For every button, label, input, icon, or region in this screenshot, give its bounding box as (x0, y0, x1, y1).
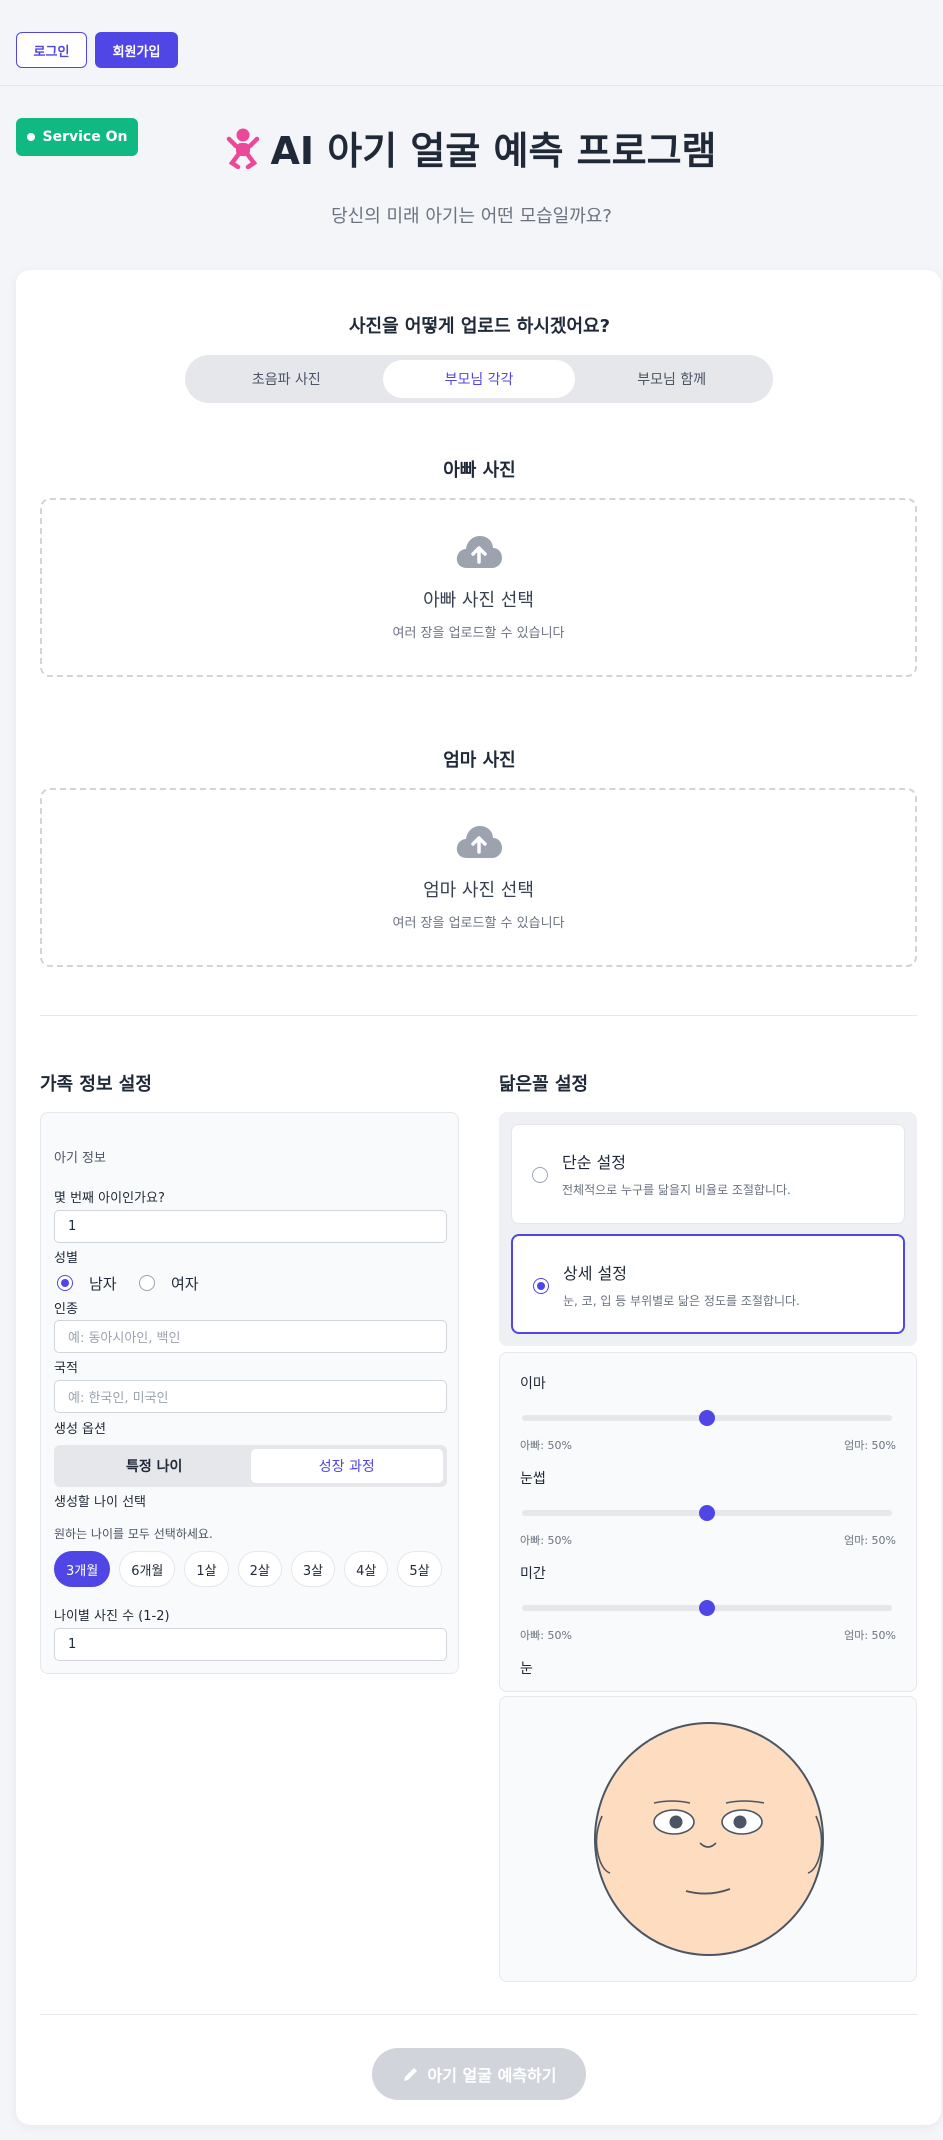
simple-setting-radio[interactable] (532, 1167, 548, 1183)
age-chip-6-months[interactable]: 6개월 (119, 1551, 176, 1587)
glabella-father-value: 아빠: 50% (520, 1629, 572, 1642)
detailed-setting-desc: 눈, 코, 입 등 부위별로 닮은 정도를 조절합니다. (563, 1294, 800, 1308)
eyebrow-slider-thumb[interactable] (699, 1505, 715, 1521)
eyebrow-slider-label: 눈썹 (520, 1471, 546, 1487)
ethnicity-input[interactable]: 예: 동아시아인, 백인 (54, 1320, 447, 1353)
page-subtitle: 당신의 미래 아기는 어떤 모습일까요? (331, 206, 612, 227)
gender-female-radio[interactable] (139, 1275, 155, 1291)
feature-sliders-panel: 이마 아빠: 50% 엄마: 50% 눈썹 아빠: 50% 엄마: 50% 미간… (499, 1352, 917, 1692)
baby-icon (227, 128, 260, 169)
photos-per-age-input[interactable]: 1 (54, 1628, 447, 1661)
age-chip-1-year[interactable]: 1살 (184, 1551, 229, 1587)
mother-photo-dropzone[interactable]: 엄마 사진 선택 여러 장을 업로드할 수 있습니다 (40, 788, 917, 967)
birth-order-input[interactable]: 1 (54, 1210, 447, 1243)
predict-button[interactable]: 아기 얼굴 예측하기 (372, 2048, 586, 2100)
generation-option-toggle: 특정 나이 성장 과정 (54, 1445, 447, 1487)
family-settings-heading: 가족 정보 설정 (40, 1074, 152, 1095)
face-preview-panel (499, 1696, 917, 1982)
cloud-upload-icon (456, 536, 502, 568)
forehead-father-value: 아빠: 50% (520, 1439, 572, 1452)
predict-button-label: 아기 얼굴 예측하기 (427, 2066, 557, 2085)
photos-per-age-label: 나이별 사진 수 (1-2) (54, 1609, 170, 1624)
tab-parents-separate[interactable]: 부모님 각각 (382, 360, 576, 398)
eyes-slider-label: 눈 (520, 1661, 533, 1677)
gender-male-label: 남자 (89, 1275, 117, 1293)
nationality-input[interactable]: 예: 한국인, 미국인 (54, 1380, 447, 1413)
age-chip-2-years[interactable]: 2살 (237, 1551, 282, 1587)
age-chips: 3개월 6개월 1살 2살 3살 4살 5살 (54, 1551, 442, 1587)
top-bar: 로그인 회원가입 (0, 0, 943, 86)
bottom-divider (40, 2014, 917, 2015)
login-button[interactable]: 로그인 (16, 32, 87, 68)
similarity-settings-heading: 닮은꼴 설정 (499, 1074, 589, 1095)
father-photo-dropzone[interactable]: 아빠 사진 선택 여러 장을 업로드할 수 있습니다 (40, 498, 917, 677)
father-dropzone-title: 아빠 사진 선택 (423, 590, 534, 611)
eyebrow-father-value: 아빠: 50% (520, 1534, 572, 1547)
forehead-mother-value: 엄마: 50% (844, 1439, 896, 1452)
age-select-hint: 원하는 나이를 모두 선택하세요. (54, 1527, 213, 1541)
age-chip-3-months[interactable]: 3개월 (54, 1551, 111, 1587)
generation-option-label: 생성 옵션 (54, 1422, 106, 1437)
detailed-setting-title: 상세 설정 (563, 1264, 627, 1283)
simple-setting-option[interactable]: 단순 설정 전체적으로 누구를 닮을지 비율로 조절합니다. (511, 1124, 905, 1224)
nationality-label: 국적 (54, 1361, 78, 1376)
glabella-mother-value: 엄마: 50% (844, 1629, 896, 1642)
gender-male-radio[interactable] (57, 1275, 73, 1291)
cloud-upload-icon (456, 826, 502, 858)
eyebrow-slider[interactable] (522, 1505, 892, 1521)
gender-female-label: 여자 (171, 1275, 199, 1293)
detailed-setting-option[interactable]: 상세 설정 눈, 코, 입 등 부위별로 닮은 정도를 조절합니다. (511, 1234, 905, 1334)
glabella-slider[interactable] (522, 1600, 892, 1616)
simple-setting-desc: 전체적으로 누구를 닮을지 비율로 조절합니다. (562, 1183, 791, 1197)
birth-order-label: 몇 번째 아이인가요? (54, 1191, 165, 1206)
upload-question: 사진을 어떻게 업로드 하시겠어요? (348, 316, 611, 337)
option-growth-process[interactable]: 성장 과정 (250, 1449, 443, 1483)
signup-button[interactable]: 회원가입 (95, 32, 178, 68)
page-title: AI 아기 얼굴 예측 프로그램 (0, 120, 943, 175)
eyebrow-mother-value: 엄마: 50% (844, 1534, 896, 1547)
ethnicity-label: 인종 (54, 1302, 78, 1317)
forehead-slider-label: 이마 (520, 1376, 546, 1392)
pencil-icon (403, 2068, 417, 2081)
baby-info-label: 아기 정보 (54, 1151, 106, 1166)
mother-photo-heading: 엄마 사진 (443, 750, 516, 771)
gender-label: 성별 (54, 1251, 78, 1266)
glabella-slider-thumb[interactable] (699, 1600, 715, 1616)
detailed-setting-radio[interactable] (533, 1278, 549, 1294)
section-divider (40, 1015, 917, 1016)
option-specific-age[interactable]: 특정 나이 (58, 1449, 251, 1483)
age-select-label: 생성할 나이 선택 (54, 1495, 146, 1510)
upload-mode-tabs: 초음파 사진 부모님 각각 부모님 함께 (185, 355, 773, 403)
mother-dropzone-title: 엄마 사진 선택 (423, 880, 534, 901)
forehead-slider-thumb[interactable] (699, 1410, 715, 1426)
tab-ultrasound[interactable]: 초음파 사진 (190, 360, 383, 398)
age-chip-3-years[interactable]: 3살 (290, 1551, 336, 1587)
age-chip-5-years[interactable]: 5살 (397, 1551, 442, 1587)
father-photo-heading: 아빠 사진 (443, 460, 516, 481)
tab-parents-together[interactable]: 부모님 함께 (575, 360, 768, 398)
age-chip-4-years[interactable]: 4살 (344, 1551, 389, 1587)
similarity-mode-panel: 단순 설정 전체적으로 누구를 닮을지 비율로 조절합니다. 상세 설정 눈, … (499, 1112, 917, 1346)
family-settings-panel: 아기 정보 몇 번째 아이인가요? 1 성별 남자 여자 인종 예: 동아시아인… (40, 1112, 459, 1674)
simple-setting-title: 단순 설정 (562, 1153, 626, 1172)
mother-dropzone-hint: 여러 장을 업로드할 수 있습니다 (392, 916, 565, 931)
father-dropzone-hint: 여러 장을 업로드할 수 있습니다 (392, 626, 565, 641)
forehead-slider[interactable] (522, 1410, 892, 1426)
page-title-text: AI 아기 얼굴 예측 프로그램 (270, 129, 717, 173)
glabella-slider-label: 미간 (520, 1566, 546, 1582)
baby-face-illustration (594, 1722, 824, 1956)
